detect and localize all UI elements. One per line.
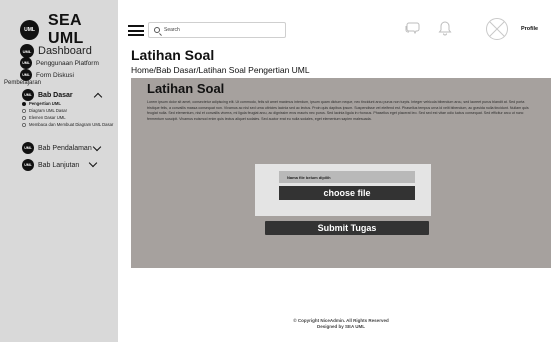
search-box[interactable]: [148, 22, 286, 38]
chevron-down-icon[interactable]: [92, 142, 102, 152]
footer-designer: Designed by SEA UML: [316, 323, 366, 329]
dot-icon: [22, 122, 26, 127]
breadcrumb: Home/Bab Dasar/Latihan Soal Pengertian U…: [131, 65, 310, 75]
sidebar-item-label: Penggunaan Platform: [36, 59, 99, 67]
sidebar-subitem-diagram-uml-dasar[interactable]: Diagram UML Dasar: [22, 108, 114, 113]
panel-title: Latihan Soal: [147, 81, 225, 96]
section-label-pembelajaran: Pembelajaran: [4, 80, 42, 86]
sidebar-item-dashboard[interactable]: UML Dashboard: [20, 44, 92, 58]
sidebar-subitem-membaca-membuat-diagram[interactable]: Membaca dan Membuat Diagram UML Dasar: [22, 122, 114, 127]
sidebar-subitem-elemen-dasar-uml[interactable]: Elemen Dasar UML: [22, 115, 114, 120]
footer: © Copyright NiceAdmin. All Rights Reserv…: [258, 318, 424, 329]
dot-icon: [22, 115, 26, 120]
sidebar-subitem-label: Diagram UML Dasar: [29, 108, 68, 113]
uml-logo-icon: UML: [22, 142, 34, 154]
chat-icon[interactable]: [404, 21, 420, 35]
page-title: Latihan Soal: [131, 47, 215, 63]
sidebar-group-label: Bab Lanjutan: [38, 161, 80, 169]
panel-description: Lorem ipsum dolor sit amet, consectetur …: [147, 100, 529, 121]
sidebar-subitem-label: Membaca dan Membuat Diagram UML Dasar: [29, 122, 114, 127]
sidebar-item-penggunaan-platform[interactable]: UML Penggunaan Platform: [20, 57, 99, 69]
sidebar-group-bab-lanjutan[interactable]: UML Bab Lanjutan: [22, 159, 79, 171]
search-icon: [154, 27, 160, 33]
active-dot-icon: [22, 101, 26, 106]
sidebar-group-label: Bab Pendalaman: [38, 144, 92, 152]
bell-icon[interactable]: [438, 20, 452, 36]
hamburger-menu-icon[interactable]: [128, 25, 144, 36]
avatar[interactable]: [486, 18, 508, 40]
uml-logo-icon: UML: [22, 89, 34, 101]
dot-icon: [22, 108, 26, 113]
uml-logo-icon: UML: [20, 44, 34, 58]
profile-link[interactable]: Profile: [521, 26, 538, 32]
search-input[interactable]: [164, 27, 274, 33]
brand[interactable]: UML SEA UML: [20, 12, 118, 48]
sidebar-subitem-pengertian-uml[interactable]: Pengertian UML: [22, 101, 114, 106]
uml-logo-icon: UML: [20, 20, 40, 40]
sidebar-item-label: Form Diskusi: [36, 71, 74, 79]
uml-logo-icon: UML: [20, 57, 32, 69]
sidebar-item-label: Dashboard: [38, 45, 92, 57]
upload-box: Nama file belum dipilih choose file: [255, 164, 431, 216]
sidebar-subitem-label: Elemen Dasar UML: [29, 115, 66, 120]
brand-name: SEA UML: [48, 12, 84, 47]
submit-button[interactable]: Submit Tugas: [265, 221, 429, 235]
sidebar-group-label: Bab Dasar: [38, 91, 73, 99]
content-panel: Latihan Soal Lorem ipsum dolor sit amet,…: [131, 78, 551, 268]
sidebar-group-bab-pendalaman[interactable]: UML Bab Pendalaman: [22, 142, 92, 154]
choose-file-button[interactable]: choose file: [279, 186, 415, 200]
file-name-display: Nama file belum dipilih: [279, 171, 415, 183]
sidebar-subitem-label: Pengertian UML: [29, 101, 61, 106]
chevron-down-icon[interactable]: [88, 158, 98, 168]
chevron-up-icon[interactable]: [93, 92, 103, 102]
sidebar-group-bab-dasar[interactable]: UML Bab Dasar: [22, 89, 73, 101]
uml-logo-icon: UML: [22, 159, 34, 171]
sidebar: UML SEA UML UML Dashboard UML Penggunaan…: [0, 0, 118, 342]
